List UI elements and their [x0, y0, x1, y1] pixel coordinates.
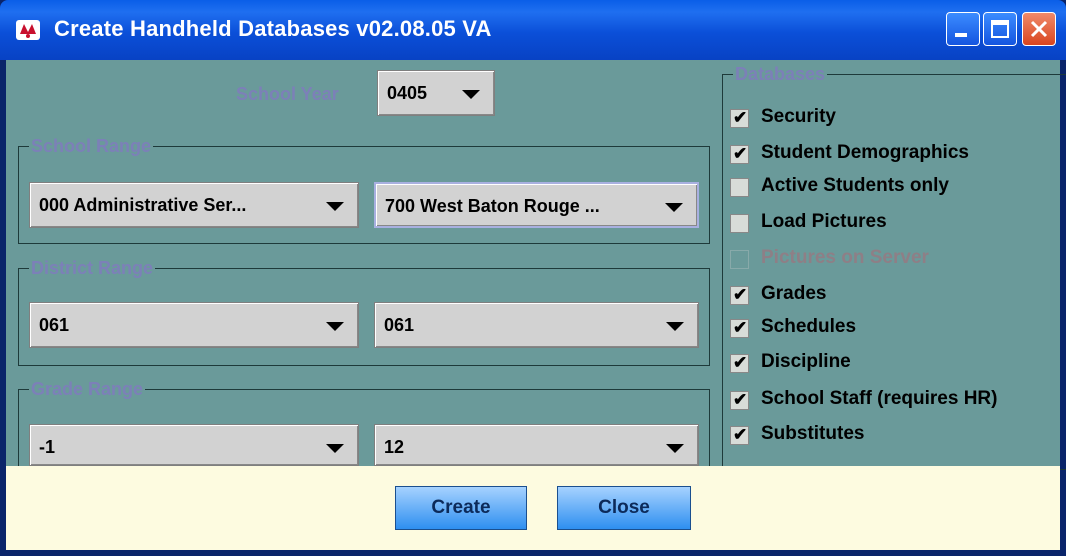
- district-range-to-value: 061: [384, 315, 415, 335]
- databases-legend: Databases: [733, 63, 828, 85]
- school-range-to-value: 700 West Baton Rouge ...: [385, 196, 600, 216]
- check-icon: ✔: [733, 285, 748, 304]
- close-window-button[interactable]: [1022, 12, 1056, 46]
- checkbox-box[interactable]: ✔: [730, 318, 749, 338]
- chevron-down-icon: [666, 444, 684, 453]
- checkbox-box[interactable]: ✔: [730, 353, 749, 373]
- chevron-down-icon: [326, 202, 344, 211]
- minimize-icon: [955, 33, 967, 37]
- checkbox-label: Security: [761, 106, 836, 127]
- grade-range-from-select[interactable]: -1: [29, 424, 359, 466]
- district-range-from-value: 061: [39, 315, 70, 335]
- school-range-from-value: 000 Administrative Ser...: [39, 195, 247, 215]
- checkbox-label: Discipline: [761, 351, 851, 372]
- chevron-down-icon: [326, 322, 344, 331]
- checkbox-box[interactable]: ✔: [730, 425, 749, 445]
- checkbox-label: Active Students only: [761, 175, 949, 196]
- checkbox-label: Pictures on Server: [761, 247, 929, 268]
- window-title: Create Handheld Databases v02.08.05 VA: [54, 16, 492, 41]
- chevron-down-icon: [462, 90, 480, 99]
- school-range-legend: School Range: [29, 135, 154, 157]
- title-bar[interactable]: Create Handheld Databases v02.08.05 VA: [0, 0, 1066, 60]
- button-bar: [6, 466, 1060, 550]
- district-range-from-select[interactable]: 061: [29, 302, 359, 348]
- app-window: Create Handheld Databases v02.08.05 VA S…: [0, 0, 1066, 556]
- checkbox-box[interactable]: ✔: [730, 285, 749, 305]
- district-range-to-select[interactable]: 061: [374, 302, 699, 348]
- checkbox-box[interactable]: [730, 178, 749, 197]
- minimize-button[interactable]: [946, 12, 980, 46]
- chevron-down-icon: [665, 203, 683, 212]
- district-range-legend: District Range: [29, 257, 156, 279]
- grade-range-from-value: -1: [39, 437, 56, 457]
- checkbox-label: Load Pictures: [761, 211, 887, 232]
- checkbox-box[interactable]: [730, 214, 749, 233]
- maximize-button[interactable]: [983, 12, 1017, 46]
- school-year-label: School Year: [236, 84, 339, 104]
- grade-range-legend: Grade Range: [29, 378, 146, 400]
- checkbox-label: Student Demographics: [761, 142, 969, 163]
- checkbox-box: [730, 250, 749, 269]
- maximize-icon: [991, 20, 1009, 38]
- check-icon: ✔: [733, 144, 748, 163]
- checkbox-label: Grades: [761, 283, 827, 304]
- school-range-to-select[interactable]: 700 West Baton Rouge ...: [374, 182, 699, 228]
- close-button[interactable]: Close: [557, 486, 691, 530]
- chevron-down-icon: [326, 444, 344, 453]
- grade-range-to-value: 12: [384, 437, 405, 457]
- checkbox-box[interactable]: ✔: [730, 144, 749, 164]
- check-icon: ✔: [733, 390, 748, 409]
- grade-range-to-select[interactable]: 12: [374, 424, 699, 466]
- check-icon: ✔: [733, 353, 748, 372]
- check-icon: ✔: [733, 425, 748, 444]
- checkbox-label: School Staff (requires HR): [761, 388, 998, 409]
- checkbox-box[interactable]: ✔: [730, 390, 749, 410]
- check-icon: ✔: [733, 108, 748, 127]
- check-icon: ✔: [733, 318, 748, 337]
- checkbox-label: Schedules: [761, 316, 857, 337]
- school-range-from-select[interactable]: 000 Administrative Ser...: [29, 182, 359, 228]
- close-icon: [1030, 20, 1048, 38]
- create-button[interactable]: Create: [395, 486, 527, 530]
- school-year-select[interactable]: 0405: [377, 70, 495, 116]
- checkbox-label: Substitutes: [761, 423, 865, 444]
- databases-group: Databases: [722, 63, 1066, 470]
- app-logo-icon: [16, 20, 40, 40]
- school-year-value: 0405: [387, 83, 428, 103]
- checkbox-box[interactable]: ✔: [730, 108, 749, 128]
- chevron-down-icon: [666, 322, 684, 331]
